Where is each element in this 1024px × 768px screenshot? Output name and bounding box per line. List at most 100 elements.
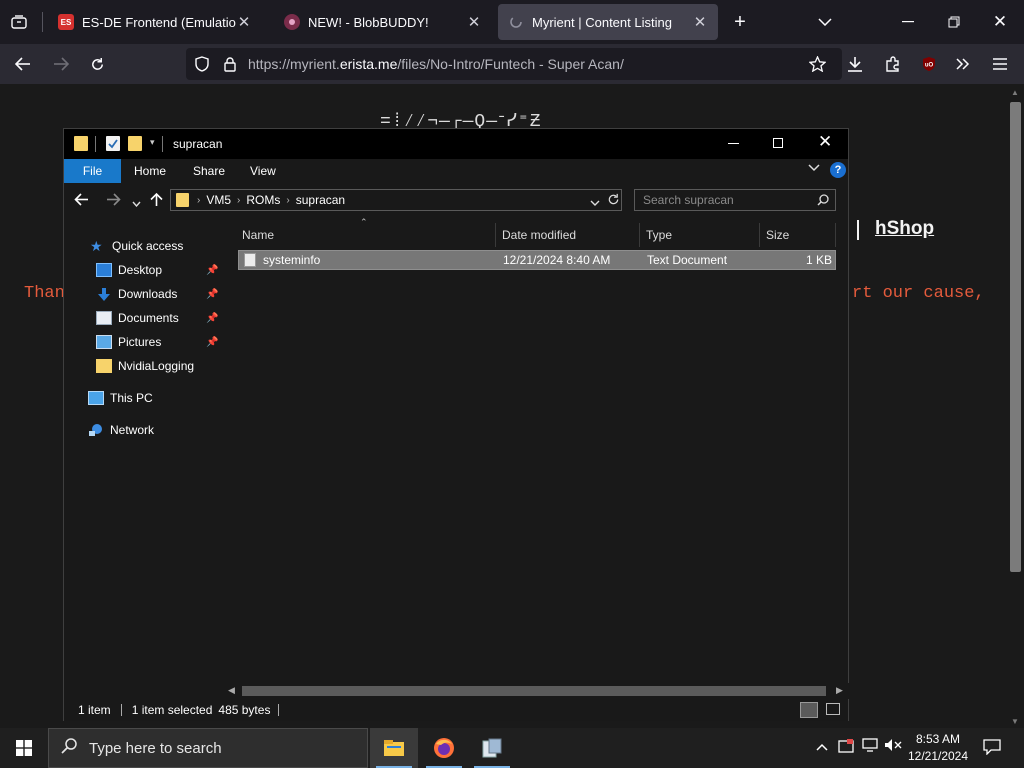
- tab-title: ES-DE Frontend (EmulationStat: [82, 14, 236, 30]
- breadcrumb-vm5[interactable]: VM5: [206, 193, 231, 207]
- volume-muted-icon[interactable]: [884, 738, 902, 755]
- refresh-icon[interactable]: [607, 193, 620, 209]
- scroll-down-icon[interactable]: ▼: [1011, 717, 1019, 726]
- page-text-fragment-left: Than: [24, 284, 65, 303]
- scroll-left-icon[interactable]: ◀: [228, 685, 235, 696]
- tab-blobbuddy[interactable]: NEW! - BlobBUDDY! ✕: [274, 4, 492, 40]
- details-view-icon[interactable]: [800, 702, 818, 718]
- ribbon-tab-home[interactable]: Home: [124, 159, 176, 183]
- pin-icon[interactable]: 📌: [206, 265, 218, 276]
- file-size: 1 KB: [805, 253, 832, 267]
- nav-item-nvidialogging[interactable]: NvidiaLogging: [96, 355, 194, 377]
- customize-toolbar-icon[interactable]: ▾: [150, 137, 155, 148]
- minimize-icon[interactable]: [728, 143, 739, 144]
- ribbon-tab-file[interactable]: File: [64, 159, 121, 183]
- reload-icon[interactable]: [86, 54, 108, 74]
- back-icon[interactable]: [74, 193, 89, 209]
- forward-icon[interactable]: [106, 193, 121, 209]
- tab-overview-icon[interactable]: [8, 12, 30, 32]
- extensions-icon[interactable]: [882, 54, 904, 74]
- nav-quick-access[interactable]: ★ Quick access: [90, 235, 183, 257]
- scroll-right-icon[interactable]: ▶: [836, 685, 843, 696]
- ribbon-tab-share[interactable]: Share: [183, 159, 235, 183]
- url-bar[interactable]: https://myrient.erista.me/files/No-Intro…: [186, 48, 842, 80]
- column-divider[interactable]: [835, 223, 836, 247]
- scroll-up-icon[interactable]: ▲: [1011, 88, 1019, 97]
- this-pc-icon: [88, 391, 104, 405]
- browser-tab-strip: ES ES-DE Frontend (EmulationStat ✕ NEW! …: [0, 0, 1024, 44]
- system-clock[interactable]: 8:53 AM 12/21/2024: [904, 731, 972, 765]
- notifications-icon[interactable]: [983, 739, 1001, 758]
- nav-item-documents[interactable]: Documents: [96, 307, 179, 329]
- overflow-chevron-icon[interactable]: [952, 54, 974, 74]
- lock-icon[interactable]: [222, 56, 238, 72]
- downloads-icon[interactable]: [844, 54, 866, 74]
- close-icon[interactable]: ✕: [236, 13, 252, 31]
- address-bar[interactable]: › VM5 › ROMs › supracan: [170, 189, 622, 211]
- tab-es-de[interactable]: ES ES-DE Frontend (EmulationStat ✕: [48, 4, 262, 40]
- up-icon[interactable]: [150, 192, 163, 210]
- nav-this-pc[interactable]: This PC: [88, 387, 153, 409]
- large-icons-view-icon[interactable]: [826, 703, 840, 715]
- expand-ribbon-icon[interactable]: [808, 163, 820, 175]
- close-icon[interactable]: ✕: [692, 13, 708, 31]
- show-hidden-icons-icon[interactable]: [816, 738, 828, 754]
- column-header-type[interactable]: Type: [640, 223, 760, 247]
- url-text: https://myrient.erista.me/files/No-Intro…: [248, 56, 624, 72]
- column-header-name[interactable]: Name: [236, 223, 494, 247]
- hshop-link[interactable]: hShop: [875, 218, 934, 240]
- nav-network[interactable]: Network: [88, 419, 154, 441]
- hamburger-menu-icon[interactable]: [989, 54, 1011, 74]
- breadcrumb-roms[interactable]: ROMs: [246, 193, 280, 207]
- page-scrollbar[interactable]: ▲ ▼: [1007, 84, 1024, 728]
- network-status-icon[interactable]: [862, 738, 878, 755]
- column-header-size[interactable]: Size: [760, 223, 836, 247]
- list-all-tabs-icon[interactable]: [815, 12, 835, 32]
- search-icon[interactable]: [817, 194, 829, 209]
- bookmark-star-icon[interactable]: [806, 54, 828, 74]
- folder-icon: [176, 193, 189, 207]
- address-dropdown-icon[interactable]: [590, 196, 600, 210]
- horizontal-scrollbar[interactable]: ◀ ▶: [224, 683, 850, 699]
- tray-app-icon[interactable]: [838, 738, 854, 757]
- forward-icon[interactable]: [50, 54, 72, 74]
- nav-item-desktop[interactable]: Desktop: [96, 259, 162, 281]
- search-input[interactable]: Search supracan: [634, 189, 836, 211]
- maximize-icon[interactable]: [773, 138, 783, 148]
- taskbar-firefox[interactable]: [420, 728, 468, 768]
- shield-icon[interactable]: [194, 56, 210, 72]
- new-folder-icon[interactable]: [128, 136, 142, 151]
- taskbar-search-box[interactable]: Type here to search: [48, 728, 368, 768]
- scroll-thumb[interactable]: [242, 686, 826, 696]
- new-tab-icon[interactable]: +: [730, 11, 750, 33]
- scroll-thumb[interactable]: [1010, 102, 1021, 572]
- pin-icon[interactable]: 📌: [206, 289, 218, 300]
- nav-label: NvidiaLogging: [118, 359, 195, 373]
- windows-start-icon[interactable]: [16, 740, 32, 761]
- nav-item-pictures[interactable]: Pictures: [96, 331, 161, 353]
- explorer-ribbon: File Home Share View ?: [64, 159, 848, 183]
- close-icon[interactable]: ✕: [818, 132, 832, 152]
- nav-item-downloads[interactable]: Downloads: [96, 283, 177, 305]
- breadcrumb-supracan[interactable]: supracan: [296, 193, 345, 207]
- pin-icon[interactable]: 📌: [206, 337, 218, 348]
- tab-myrient[interactable]: Myrient | Content Listing ✕: [498, 4, 718, 40]
- minimize-icon[interactable]: [898, 12, 918, 32]
- properties-icon[interactable]: [106, 136, 120, 151]
- help-icon[interactable]: ?: [830, 162, 846, 178]
- chevron-right-icon[interactable]: ›: [197, 195, 200, 206]
- restore-icon[interactable]: [944, 12, 964, 32]
- ribbon-tab-view[interactable]: View: [240, 159, 286, 183]
- taskbar-app-3[interactable]: [468, 728, 516, 768]
- chevron-right-icon[interactable]: ›: [237, 195, 240, 206]
- back-icon[interactable]: [12, 54, 34, 74]
- taskbar-file-explorer[interactable]: [370, 728, 418, 768]
- recent-locations-icon[interactable]: [132, 196, 141, 210]
- column-header-date-modified[interactable]: Date modified: [496, 223, 640, 247]
- chevron-right-icon[interactable]: ›: [286, 195, 289, 206]
- close-window-icon[interactable]: ✕: [990, 12, 1010, 32]
- file-row[interactable]: systeminfo 12/21/2024 8:40 AM Text Docum…: [238, 250, 836, 270]
- ublock-origin-icon[interactable]: uO: [918, 54, 940, 74]
- pin-icon[interactable]: 📌: [206, 313, 218, 324]
- close-icon[interactable]: ✕: [466, 13, 482, 31]
